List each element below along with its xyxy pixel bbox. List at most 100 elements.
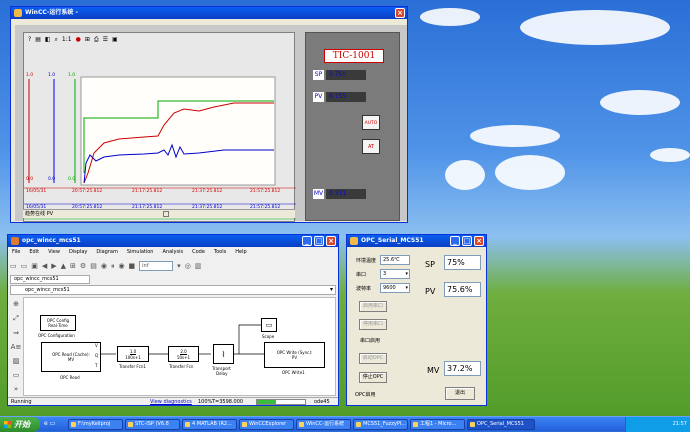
close-port-button[interactable]: 停用串口 (359, 319, 387, 330)
pause-icon[interactable]: ⏸ (111, 262, 115, 271)
model-tab[interactable]: opc_wincc_mcs51 (10, 275, 90, 284)
baud-select[interactable]: 9600 ▾ (380, 283, 410, 293)
close-button[interactable]: × (326, 236, 336, 246)
opc-config-block[interactable]: OPC Config Real-Time (40, 315, 76, 331)
transfer-fcn1-block[interactable]: 1.0 100s+1 (117, 346, 149, 362)
exit-button[interactable]: 退出 (445, 387, 475, 400)
task-opc-serial[interactable]: OPC_Serial_MCS51 (467, 419, 535, 430)
port-select[interactable]: 3 ▾ (380, 269, 410, 279)
more-icon[interactable]: » (14, 385, 18, 393)
task-mcs51-fuzzy[interactable]: MCS51_FuzzyPI... (353, 419, 408, 430)
task-wincc-runtime[interactable]: WinCC-运行系统 (296, 419, 351, 430)
step-back-icon[interactable]: ◉ (101, 262, 107, 270)
serial-mv-field[interactable]: 37.2% (444, 361, 481, 376)
menu-analysis[interactable]: Analysis (162, 249, 183, 257)
task-keilproj[interactable]: F:\myKeilproj (68, 419, 123, 430)
start-button[interactable]: 开始 (0, 417, 40, 432)
open-icon[interactable]: ▭ (21, 262, 28, 270)
opc-write-block[interactable]: OPC Write (Sync): PV (264, 342, 325, 368)
task-stc-isp[interactable]: STC-ISP (V6.8 (125, 419, 180, 430)
pv-value: 0.755 (326, 92, 366, 102)
task-matlab[interactable]: 4 MATLAB (R2... (182, 419, 237, 430)
menu-help[interactable]: Help (235, 249, 246, 257)
settings-icon[interactable]: ⚙ (80, 262, 86, 270)
scope-block[interactable]: ▭ (261, 318, 277, 332)
image-icon[interactable]: ▨ (13, 357, 20, 365)
text-icon[interactable]: A≡ (11, 343, 22, 351)
block-text: MV (67, 357, 75, 362)
opc-read-caption: OPC Read (60, 375, 80, 380)
transfer-fcn-block[interactable]: 2.0 50s+1 (168, 346, 199, 362)
cloud (445, 160, 485, 190)
annotation-icon[interactable]: ⇒ (13, 329, 19, 337)
new-model-icon[interactable]: ▭ (10, 262, 17, 270)
task-wincc-explorer[interactable]: WinCCExplorer (239, 419, 294, 430)
serial-titlebar[interactable]: OPC_Serial_MCS51 _ □ × (347, 235, 486, 247)
menu-file[interactable]: File (12, 249, 20, 257)
zoom-in-icon[interactable]: ⊕ (13, 300, 19, 308)
menu-simulation[interactable]: Simulation (127, 249, 154, 257)
wincc-titlebar[interactable]: WinCC-运行系统 - × (11, 7, 407, 19)
menu-code[interactable]: Code (192, 249, 205, 257)
sim-status: Running (11, 399, 32, 405)
start-opc-button[interactable]: 启动OPC (359, 353, 387, 364)
transfer-fcn1-caption: Transfer Fcn1 (119, 364, 146, 369)
minimize-button[interactable]: _ (302, 236, 312, 246)
serial-sp-label: SP (425, 260, 435, 269)
stop-time-input[interactable]: inf (139, 261, 174, 271)
stop-sim-icon[interactable]: ■ (129, 262, 136, 270)
menu-tools[interactable]: Tools (214, 249, 226, 257)
at-button[interactable]: AT (362, 139, 380, 154)
model-breadcrumb[interactable]: opc_wincc_mcs51 ▾ (10, 285, 336, 295)
menu-edit[interactable]: Edit (29, 249, 39, 257)
system-tray: 21:57 (625, 417, 690, 432)
simulink-menubar: File Edit View Display Diagram Simulatio… (12, 249, 247, 257)
open-port-button[interactable]: 启用串口 (359, 301, 387, 312)
maximize-button[interactable]: □ (314, 236, 324, 246)
library-icon[interactable]: ⊞ (70, 262, 76, 270)
close-button[interactable]: × (395, 8, 405, 18)
menu-display[interactable]: Display (69, 249, 87, 257)
back-icon[interactable]: ◀ (42, 262, 47, 270)
matlab-icon (11, 237, 19, 245)
menu-diagram[interactable]: Diagram (96, 249, 117, 257)
scope-icon[interactable]: ▥ (195, 262, 202, 270)
blue-axis-bottom: 0.0 (48, 177, 56, 182)
area-icon[interactable]: ▭ (13, 371, 20, 379)
auto-button[interactable]: AUTO (362, 115, 380, 130)
ie-icon[interactable]: e (44, 420, 48, 427)
serial-pv-field[interactable]: 75.6% (444, 282, 481, 297)
serial-mv-label: MV (427, 366, 440, 375)
model-canvas: OPC Config Real-Time OPC Configuration OP… (23, 297, 336, 396)
explorer-icon[interactable]: ▤ (90, 262, 97, 270)
task-project[interactable]: 工程1 - Micro... (410, 419, 465, 430)
up-icon[interactable]: ▲ (61, 262, 66, 270)
stop-opc-button[interactable]: 停止OPC (359, 372, 387, 383)
maximize-button[interactable]: □ (462, 236, 472, 246)
mode-dropdown-icon[interactable]: ▾ (177, 262, 181, 270)
fit-view-icon[interactable]: ⤢ (13, 314, 19, 323)
close-button[interactable]: × (474, 236, 484, 246)
wincc-canvas: ? ▤ ◧ ⌕ 1:1 ● ⊞ ⎙ ☰ ▣ 1.0 0.0 1.0 0.0 1.… (15, 25, 407, 222)
forward-icon[interactable]: ▶ (51, 262, 56, 270)
time-tick: 20:57:25.812 (72, 189, 103, 194)
opc-read-block[interactable]: OPC Read (Cache): MV (41, 342, 101, 372)
sp-value: 0.750 (326, 70, 366, 80)
build-icon[interactable]: ◎ (185, 262, 191, 270)
step-forward-icon[interactable]: ◉ (118, 262, 124, 270)
tag-name: TIC-1001 (324, 49, 384, 63)
view-diagnostics-link[interactable]: View diagnostics (150, 398, 192, 405)
chevron-down-icon[interactable]: ▾ (330, 286, 333, 294)
minimize-button[interactable]: _ (450, 236, 460, 246)
desktop-icon[interactable]: ▭ (50, 420, 56, 427)
chevron-down-icon[interactable]: ▾ (405, 270, 408, 278)
transport-delay-block[interactable]: ⌇ (213, 344, 234, 364)
serial-title: OPC_Serial_MCS51 (361, 237, 424, 244)
block-text: 50s+1 (176, 354, 191, 360)
menu-view[interactable]: View (48, 249, 60, 257)
simulink-titlebar[interactable]: opc_wincc_mcs51 _ □ × (8, 235, 338, 247)
chevron-down-icon[interactable]: ▾ (405, 284, 408, 292)
save-icon[interactable]: ▣ (31, 262, 38, 270)
env-temp-field[interactable]: 25.6℃ (380, 255, 410, 265)
serial-sp-field[interactable]: 75% (444, 255, 481, 270)
